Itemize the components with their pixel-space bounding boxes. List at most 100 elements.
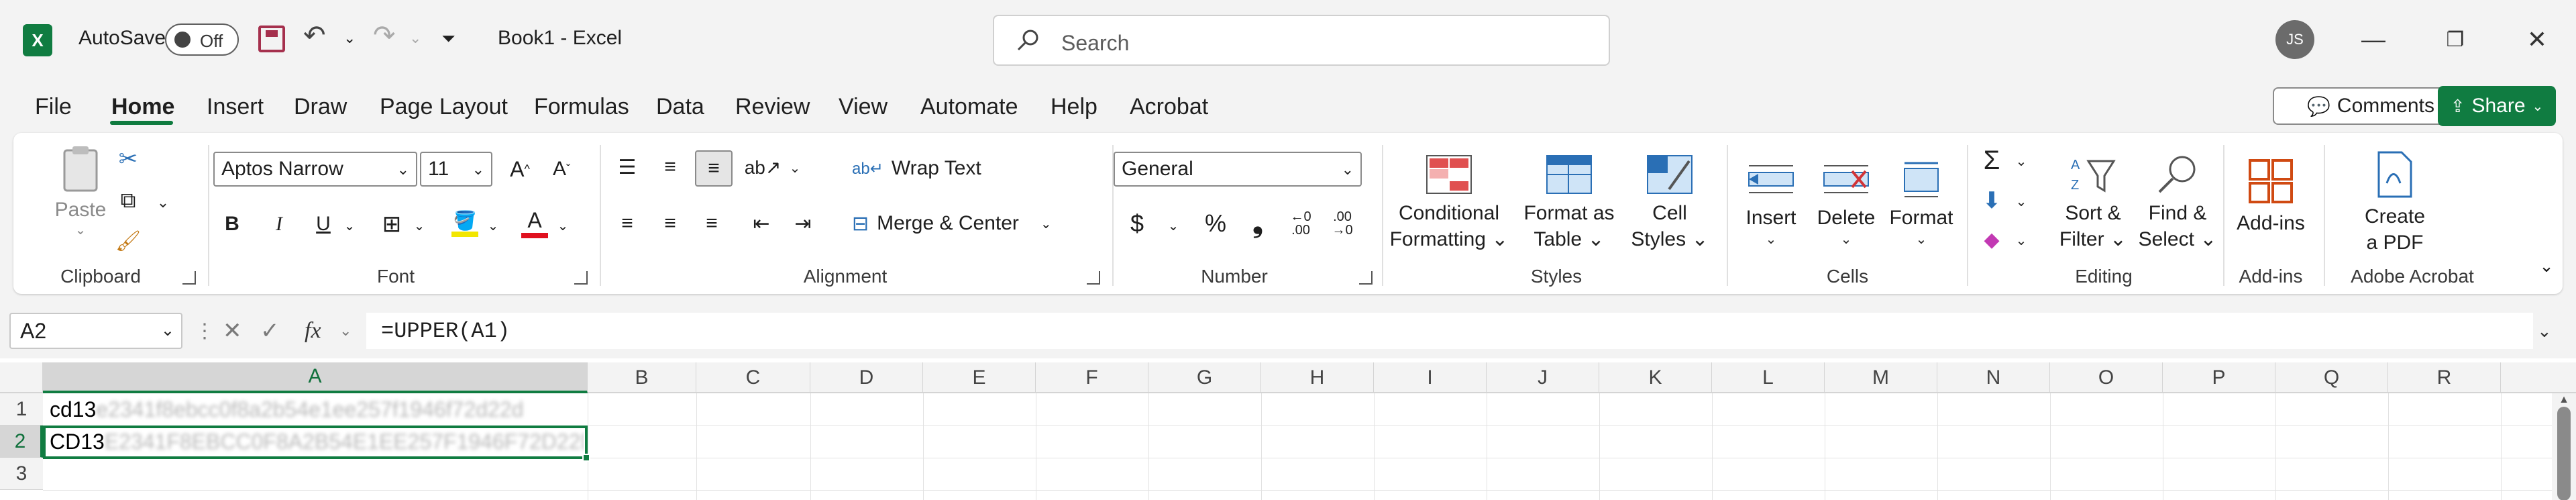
number-launcher-icon[interactable] [1359, 271, 1373, 285]
search-box[interactable]: Search [993, 15, 1610, 66]
fill-dropdown-icon[interactable]: ⌄ [2011, 189, 2031, 213]
format-cells-button[interactable]: Format ⌄ [1881, 146, 1962, 260]
close-icon[interactable]: ✕ [2517, 20, 2557, 59]
column-header-o[interactable]: O [2050, 362, 2163, 393]
increase-decimal-icon[interactable]: ←0.00 [1281, 205, 1320, 242]
borders-dropdown-icon[interactable]: ⌄ [409, 213, 429, 238]
bold-icon[interactable]: B [215, 207, 250, 242]
row-header-1[interactable]: 1 [0, 393, 43, 426]
clear-dropdown-icon[interactable]: ⌄ [2011, 228, 2031, 252]
tab-draw[interactable]: Draw [294, 94, 347, 120]
autosum-dropdown-icon[interactable]: ⌄ [2011, 149, 2031, 173]
percent-style-icon[interactable]: % [1197, 205, 1234, 242]
column-header-n[interactable]: N [1937, 362, 2050, 393]
font-size-select[interactable]: 11 ⌄ [420, 152, 492, 187]
tab-home[interactable]: Home [111, 94, 174, 120]
align-right-icon[interactable]: ≡ [695, 207, 729, 240]
column-header-j[interactable]: J [1487, 362, 1599, 393]
clipboard-launcher-icon[interactable] [182, 271, 196, 285]
row-header-3[interactable]: 3 [0, 458, 43, 490]
tab-acrobat[interactable]: Acrobat [1130, 94, 1208, 120]
create-pdf-button[interactable]: Create a PDF [2334, 146, 2455, 260]
copy-icon[interactable]: ⧉ [111, 184, 145, 217]
copy-dropdown-icon[interactable]: ⌄ [153, 189, 173, 216]
sort-filter-button[interactable]: A Z Sort & Filter ⌄ [2053, 146, 2133, 260]
function-dropdown-icon[interactable]: ⌄ [339, 313, 352, 349]
minimize-icon[interactable]: — [2353, 20, 2394, 59]
column-header-k[interactable]: K [1599, 362, 1712, 393]
autosave-toggle[interactable]: Off [165, 23, 239, 56]
restore-icon[interactable]: ❐ [2435, 20, 2475, 59]
decrease-decimal-icon[interactable]: .00 →0 [1323, 205, 1362, 242]
redo-icon[interactable]: ↷ [373, 20, 396, 51]
tab-help[interactable]: Help [1051, 94, 1097, 120]
expand-formula-bar-icon[interactable]: ⌄ [2537, 313, 2552, 349]
align-left-icon[interactable]: ≡ [610, 207, 644, 240]
column-header-c[interactable]: C [696, 362, 810, 393]
column-header-l[interactable]: L [1712, 362, 1825, 393]
align-bottom-icon[interactable]: ≡ [695, 150, 733, 187]
align-top-icon[interactable]: ☰ [610, 150, 644, 184]
decrease-indent-icon[interactable]: ⇤ [745, 207, 778, 240]
more-options-icon[interactable]: ⋮ [195, 313, 215, 349]
tab-automate[interactable]: Automate [920, 94, 1018, 120]
comma-style-icon[interactable]: ❟ [1241, 205, 1275, 242]
autosum-icon[interactable]: Σ [1975, 144, 2008, 177]
share-button[interactable]: ⇪ Share ⌄ [2438, 86, 2556, 126]
accounting-format-icon[interactable]: $ [1120, 205, 1154, 242]
save-icon[interactable] [258, 26, 285, 52]
italic-icon[interactable]: I [262, 207, 297, 242]
clear-icon[interactable]: ◆ [1975, 223, 2008, 256]
cut-icon[interactable]: ✂ [111, 142, 145, 176]
borders-icon[interactable]: ⊞ [374, 207, 409, 242]
column-header-b[interactable]: B [588, 362, 696, 393]
accounting-dropdown-icon[interactable]: ⌄ [1163, 213, 1183, 238]
customize-qat-icon[interactable]: ⏷ [441, 28, 455, 50]
column-header-e[interactable]: E [923, 362, 1036, 393]
tab-data[interactable]: Data [656, 94, 704, 120]
fill-color-icon[interactable]: 🪣 [447, 204, 483, 242]
delete-cells-button[interactable]: Delete ⌄ [1806, 146, 1886, 260]
tab-page-layout[interactable]: Page Layout [380, 94, 508, 120]
tab-formulas[interactable]: Formulas [534, 94, 629, 120]
column-header-r[interactable]: R [2388, 362, 2501, 393]
merge-center-button[interactable]: ⊟ Merge & Center ⌄ [852, 205, 1080, 242]
insert-function-icon[interactable]: fx [305, 313, 321, 349]
column-header-q[interactable]: Q [2275, 362, 2388, 393]
font-color-icon[interactable]: A [517, 204, 553, 242]
row-header-2[interactable]: 2 [0, 426, 43, 458]
column-header-p[interactable]: P [2163, 362, 2275, 393]
redo-dropdown-icon[interactable]: ⌄ [409, 30, 421, 47]
increase-indent-icon[interactable]: ⇥ [786, 207, 820, 240]
column-header-m[interactable]: M [1825, 362, 1937, 393]
increase-font-size-icon[interactable]: A ^ [503, 152, 537, 187]
fill-handle[interactable] [582, 454, 590, 462]
underline-icon[interactable]: U [306, 207, 341, 242]
column-header-f[interactable]: F [1036, 362, 1148, 393]
tab-insert[interactable]: Insert [207, 94, 264, 120]
alignment-launcher-icon[interactable] [1087, 271, 1100, 285]
scroll-thumb[interactable] [2557, 407, 2571, 500]
column-header-g[interactable]: G [1148, 362, 1261, 393]
scroll-up-icon[interactable]: ▲ [2556, 393, 2572, 407]
formula-input[interactable]: =UPPER(A1) [366, 313, 2533, 349]
column-header-i[interactable]: I [1374, 362, 1487, 393]
undo-icon[interactable]: ↶ [303, 20, 326, 51]
add-ins-button[interactable]: Add-ins [2227, 146, 2314, 247]
collapse-ribbon-icon[interactable]: ⌄ [2534, 254, 2559, 278]
align-center-icon[interactable]: ≡ [653, 207, 687, 240]
underline-dropdown-icon[interactable]: ⌄ [339, 213, 360, 238]
format-painter-icon[interactable]: 🖌 [111, 224, 145, 258]
cell-a1[interactable]: cd13e2341f8ebcc0f8a2b54e1ee257f1946f72d2… [50, 397, 523, 422]
tab-view[interactable]: View [839, 94, 888, 120]
font-name-select[interactable]: Aptos Narrow ⌄ [213, 152, 417, 187]
decrease-font-size-icon[interactable]: Aˇ [545, 152, 578, 187]
font-color-dropdown-icon[interactable]: ⌄ [553, 213, 573, 238]
select-all-corner[interactable] [0, 362, 43, 393]
name-box[interactable]: A2 ⌄ [9, 313, 182, 349]
align-middle-icon[interactable]: ≡ [653, 150, 687, 184]
font-launcher-icon[interactable] [574, 271, 588, 285]
spreadsheet-grid[interactable]: A B C D E F G H I J K L M N O P Q R 1 2 … [0, 358, 2576, 500]
tab-review[interactable]: Review [735, 94, 810, 120]
enter-icon[interactable]: ✓ [260, 313, 280, 349]
